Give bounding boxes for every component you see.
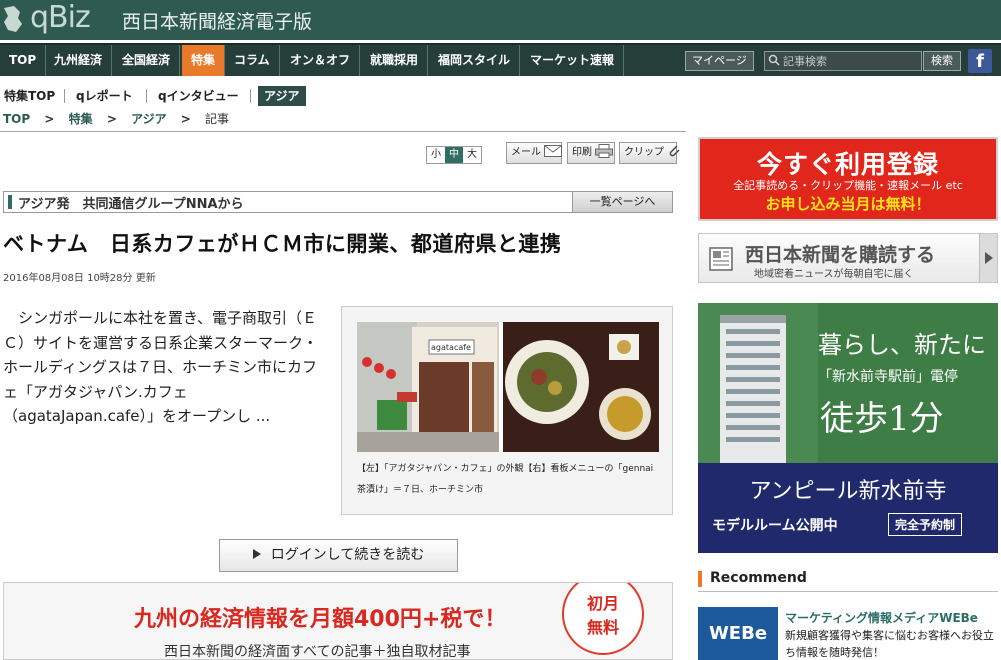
subnav-item-q-report[interactable]: qレポート bbox=[72, 86, 137, 106]
font-size-small-button[interactable]: 小 bbox=[427, 147, 445, 163]
article-date: 2016年08月08日 10時28分 更新 bbox=[3, 273, 156, 284]
signup-sub: 全記事読める・クリップ機能・速報メール etc bbox=[733, 179, 963, 192]
play-icon bbox=[252, 549, 261, 559]
recommend-label: Recommend bbox=[710, 570, 807, 586]
search-button[interactable]: 検索 bbox=[923, 51, 961, 71]
printer-icon bbox=[595, 144, 614, 158]
site-name: 西日本新聞経済電子版 bbox=[122, 11, 313, 33]
nav-item-kyushu-economy[interactable]: 九州経済 bbox=[45, 45, 113, 76]
subnav-divider bbox=[64, 89, 65, 103]
nav-item-column[interactable]: コラム bbox=[225, 45, 280, 76]
recommend-thumbnail: WEBe bbox=[698, 607, 778, 660]
badge-line1: 初月 bbox=[586, 594, 619, 613]
subscription-promo[interactable]: 九州の経済情報を月額400円+税で！ 西日本新聞の経済面すべての記事＋独自取材記… bbox=[3, 582, 673, 660]
kyushu-map-icon bbox=[4, 6, 22, 32]
list-page-link[interactable]: 一覧ページへ bbox=[572, 192, 672, 212]
breadcrumb-separator: > bbox=[106, 112, 117, 126]
signup-title: 今すぐ利用登録 bbox=[756, 150, 939, 179]
print-button[interactable]: 印刷 bbox=[567, 142, 615, 164]
breadcrumb: TOP > 特集 > アジア > 記事 bbox=[3, 110, 239, 127]
subnav-item-q-interview[interactable]: qインタビュー bbox=[154, 86, 243, 106]
nav-item-national-economy[interactable]: 全国経済 bbox=[113, 45, 181, 76]
nav-item-recruiting[interactable]: 就職採用 bbox=[361, 45, 429, 76]
breadcrumb-features[interactable]: 特集 bbox=[69, 112, 93, 126]
chevron-right-icon bbox=[979, 234, 997, 282]
paperclip-icon bbox=[669, 145, 680, 157]
mail-label: メール bbox=[511, 147, 541, 158]
site-logo[interactable]: qBiz bbox=[30, 0, 91, 35]
newspaper-icon bbox=[709, 247, 733, 271]
nav-item-features[interactable]: 特集 bbox=[182, 45, 226, 76]
clip-label: クリップ bbox=[624, 147, 664, 158]
search-box bbox=[764, 51, 922, 71]
condo-model-room: モデルルーム公開中 bbox=[712, 518, 838, 534]
subscribe-sub: 地域密着ニュースが毎朝自宅に届く bbox=[754, 269, 914, 280]
login-read-more-button[interactable]: ログインして続きを読む bbox=[219, 539, 458, 572]
article-photo-box: agatacafe 【左】「アガタジャパン・カフェ」の外観【右】看板メニューの「… bbox=[341, 306, 673, 515]
facebook-icon[interactable]: f bbox=[968, 49, 992, 73]
print-label: 印刷 bbox=[572, 147, 592, 158]
site-header: qBiz 西日本新聞経済電子版 bbox=[0, 0, 1001, 40]
subnav-item-asia[interactable]: アジア bbox=[258, 86, 306, 106]
signup-cta: お申し込み当月は無料！ bbox=[765, 195, 931, 213]
recommend-title: マーケティング情報メディアWEBe bbox=[785, 611, 978, 625]
building-illustration bbox=[698, 303, 818, 463]
nav-item-market[interactable]: マーケット速報 bbox=[521, 45, 625, 76]
subnav-item-features-top[interactable]: 特集TOP bbox=[0, 86, 59, 106]
recommend-mark bbox=[698, 571, 702, 587]
font-size-selector: 小 中 大 bbox=[426, 146, 482, 164]
recommend-heading: Recommend bbox=[698, 568, 998, 592]
subscribe-banner[interactable]: 西日本新聞を購読する 地域密着ニュースが毎朝自宅に届く bbox=[698, 233, 998, 283]
font-size-large-button[interactable]: 大 bbox=[463, 147, 481, 163]
breadcrumb-current: 記事 bbox=[205, 112, 230, 126]
recommend-desc: 新規顧客獲得や集客に悩むお客様へお役立ち情報を随時発信！ bbox=[785, 629, 994, 659]
breadcrumb-top[interactable]: TOP bbox=[3, 112, 30, 126]
first-month-free-badge: 初月 無料 bbox=[562, 583, 644, 655]
font-size-medium-button[interactable]: 中 bbox=[445, 147, 463, 163]
article-photo[interactable]: agatacafe bbox=[357, 322, 659, 452]
search-icon bbox=[768, 54, 780, 66]
cafe-photo-illustration: agatacafe bbox=[357, 322, 659, 452]
main-nav: TOP 九州経済 全国経済 特集 コラム オン＆オフ 就職採用 福岡スタイル マ… bbox=[0, 43, 1001, 76]
nav-item-on-off[interactable]: オン＆オフ bbox=[281, 45, 361, 76]
condo-line3: 徒歩1分 bbox=[820, 399, 944, 439]
promo-sub: 西日本新聞の経済面すべての記事＋独自取材記事 bbox=[164, 644, 471, 660]
subscribe-title: 西日本新聞を購読する bbox=[745, 244, 936, 266]
divider bbox=[0, 131, 686, 132]
search-input[interactable] bbox=[783, 53, 919, 69]
nav-item-top[interactable]: TOP bbox=[0, 45, 47, 76]
condo-reservation: 完全予約制 bbox=[888, 513, 963, 536]
article-headline: ベトナム 日系カフェがＨＣＭ市に開業、都道府県と連携 bbox=[3, 232, 562, 256]
condo-line2: 「新水前寺駅前」電停 bbox=[818, 369, 958, 385]
subnav-divider bbox=[250, 89, 251, 103]
article-lead: シンガポールに本社を置き、電子商取引（ＥＣ）サイトを運営する日系企業スターマーク… bbox=[3, 309, 318, 425]
breadcrumb-separator: > bbox=[180, 112, 191, 126]
login-button-label: ログインして続きを読む bbox=[270, 547, 425, 563]
category-mark bbox=[8, 195, 12, 209]
badge-line2: 無料 bbox=[586, 618, 619, 637]
article-category-bar: アジア発 共同通信グループNNAから 一覧ページへ bbox=[3, 191, 673, 213]
article-category: アジア発 共同通信グループNNAから bbox=[18, 197, 244, 212]
cafe-sign: agatacafe bbox=[431, 343, 471, 352]
condo-line1: 暮らし、新たに bbox=[818, 331, 986, 359]
mail-button[interactable]: メール bbox=[506, 142, 563, 164]
subnav-divider bbox=[146, 89, 147, 103]
nav-item-fukuoka-style[interactable]: 福岡スタイル bbox=[429, 45, 521, 76]
condo-ad-banner[interactable]: 暮らし、新たに 「新水前寺駅前」電停 徒歩1分 アンピール新水前寺 モデルルーム… bbox=[698, 303, 998, 553]
photo-caption: 【左】「アガタジャパン・カフェ」の外観【右】看板メニューの「gennai茶漬け」… bbox=[357, 464, 654, 495]
promo-main: 九州の経済情報を月額400円+税で！ bbox=[134, 607, 507, 632]
condo-name: アンピール新水前寺 bbox=[749, 479, 947, 504]
mypage-button[interactable]: マイページ bbox=[685, 51, 754, 71]
breadcrumb-separator: > bbox=[44, 112, 55, 126]
clip-button[interactable]: クリップ bbox=[619, 142, 680, 164]
signup-banner[interactable]: 今すぐ利用登録 全記事読める・クリップ機能・速報メール etc お申し込み当月は… bbox=[698, 137, 998, 221]
recommend-item[interactable]: WEBe マーケティング情報メディアWEBe 新規顧客獲得や集客に悩むお客様へお… bbox=[698, 607, 998, 660]
breadcrumb-asia[interactable]: アジア bbox=[131, 112, 167, 126]
envelope-icon bbox=[544, 145, 563, 157]
